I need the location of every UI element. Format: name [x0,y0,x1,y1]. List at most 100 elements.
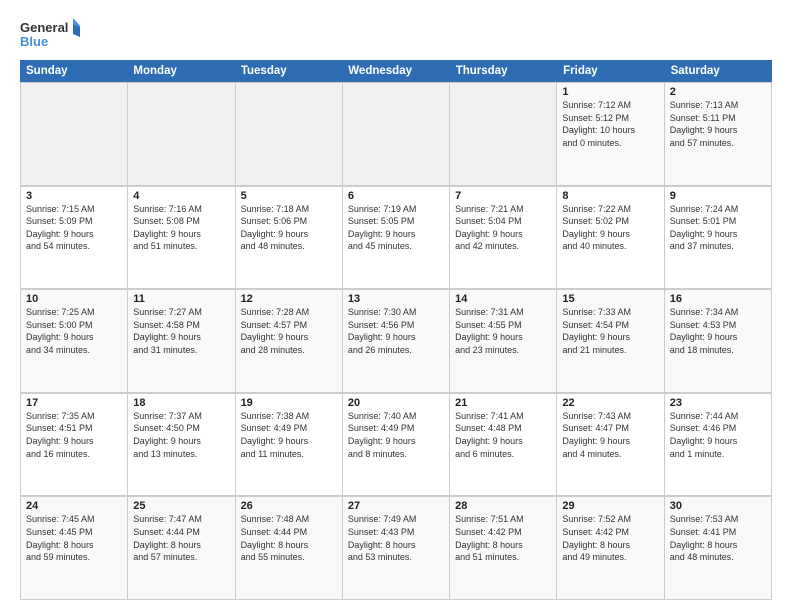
empty-cell [343,83,450,186]
day-cell-17: 17Sunrise: 7:35 AMSunset: 4:51 PMDayligh… [21,394,128,497]
calendar-body: 1Sunrise: 7:12 AMSunset: 5:12 PMDaylight… [20,82,772,600]
logo-svg: General Blue [20,16,80,52]
day-cell-29: 29Sunrise: 7:52 AMSunset: 4:42 PMDayligh… [557,497,664,600]
day-number-10: 10 [26,293,122,305]
day-number-14: 14 [455,293,551,305]
empty-cell [128,83,235,186]
day-number-20: 20 [348,397,444,409]
day-info-1: Sunrise: 7:12 AMSunset: 5:12 PMDaylight:… [562,99,658,149]
day-cell-30: 30Sunrise: 7:53 AMSunset: 4:41 PMDayligh… [665,497,772,600]
day-number-5: 5 [241,190,337,202]
day-cell-22: 22Sunrise: 7:43 AMSunset: 4:47 PMDayligh… [557,394,664,497]
header-day-thursday: Thursday [450,60,557,82]
day-info-26: Sunrise: 7:48 AMSunset: 4:44 PMDaylight:… [241,513,337,563]
logo: General Blue [20,16,80,52]
day-info-28: Sunrise: 7:51 AMSunset: 4:42 PMDaylight:… [455,513,551,563]
day-number-24: 24 [26,500,122,512]
day-cell-4: 4Sunrise: 7:16 AMSunset: 5:08 PMDaylight… [128,187,235,290]
day-info-20: Sunrise: 7:40 AMSunset: 4:49 PMDaylight:… [348,410,444,460]
header: General Blue [20,16,772,52]
calendar-row-5: 24Sunrise: 7:45 AMSunset: 4:45 PMDayligh… [20,496,772,600]
day-info-12: Sunrise: 7:28 AMSunset: 4:57 PMDaylight:… [241,306,337,356]
day-number-12: 12 [241,293,337,305]
day-cell-11: 11Sunrise: 7:27 AMSunset: 4:58 PMDayligh… [128,290,235,393]
day-number-22: 22 [562,397,658,409]
day-cell-14: 14Sunrise: 7:31 AMSunset: 4:55 PMDayligh… [450,290,557,393]
day-info-10: Sunrise: 7:25 AMSunset: 5:00 PMDaylight:… [26,306,122,356]
day-number-19: 19 [241,397,337,409]
day-cell-5: 5Sunrise: 7:18 AMSunset: 5:06 PMDaylight… [236,187,343,290]
day-cell-21: 21Sunrise: 7:41 AMSunset: 4:48 PMDayligh… [450,394,557,497]
day-info-8: Sunrise: 7:22 AMSunset: 5:02 PMDaylight:… [562,203,658,253]
svg-text:General: General [20,20,68,35]
header-day-sunday: Sunday [20,60,127,82]
day-info-11: Sunrise: 7:27 AMSunset: 4:58 PMDaylight:… [133,306,229,356]
calendar-row-3: 10Sunrise: 7:25 AMSunset: 5:00 PMDayligh… [20,289,772,393]
day-info-21: Sunrise: 7:41 AMSunset: 4:48 PMDaylight:… [455,410,551,460]
day-info-18: Sunrise: 7:37 AMSunset: 4:50 PMDaylight:… [133,410,229,460]
day-info-6: Sunrise: 7:19 AMSunset: 5:05 PMDaylight:… [348,203,444,253]
day-info-24: Sunrise: 7:45 AMSunset: 4:45 PMDaylight:… [26,513,122,563]
calendar: SundayMondayTuesdayWednesdayThursdayFrid… [20,60,772,600]
day-cell-16: 16Sunrise: 7:34 AMSunset: 4:53 PMDayligh… [665,290,772,393]
svg-text:Blue: Blue [20,34,48,49]
day-cell-1: 1Sunrise: 7:12 AMSunset: 5:12 PMDaylight… [557,83,664,186]
day-info-2: Sunrise: 7:13 AMSunset: 5:11 PMDaylight:… [670,99,766,149]
calendar-row-1: 1Sunrise: 7:12 AMSunset: 5:12 PMDaylight… [20,82,772,186]
day-number-16: 16 [670,293,766,305]
day-info-29: Sunrise: 7:52 AMSunset: 4:42 PMDaylight:… [562,513,658,563]
day-cell-18: 18Sunrise: 7:37 AMSunset: 4:50 PMDayligh… [128,394,235,497]
day-number-1: 1 [562,86,658,98]
day-number-3: 3 [26,190,122,202]
day-cell-23: 23Sunrise: 7:44 AMSunset: 4:46 PMDayligh… [665,394,772,497]
day-number-26: 26 [241,500,337,512]
day-number-21: 21 [455,397,551,409]
day-info-4: Sunrise: 7:16 AMSunset: 5:08 PMDaylight:… [133,203,229,253]
day-number-8: 8 [562,190,658,202]
day-cell-20: 20Sunrise: 7:40 AMSunset: 4:49 PMDayligh… [343,394,450,497]
day-cell-2: 2Sunrise: 7:13 AMSunset: 5:11 PMDaylight… [665,83,772,186]
day-number-25: 25 [133,500,229,512]
calendar-row-4: 17Sunrise: 7:35 AMSunset: 4:51 PMDayligh… [20,393,772,497]
calendar-header: SundayMondayTuesdayWednesdayThursdayFrid… [20,60,772,82]
day-number-6: 6 [348,190,444,202]
day-cell-7: 7Sunrise: 7:21 AMSunset: 5:04 PMDaylight… [450,187,557,290]
day-number-15: 15 [562,293,658,305]
day-info-27: Sunrise: 7:49 AMSunset: 4:43 PMDaylight:… [348,513,444,563]
page: General Blue SundayMondayTuesdayWednesda… [0,0,792,612]
empty-cell [21,83,128,186]
day-cell-6: 6Sunrise: 7:19 AMSunset: 5:05 PMDaylight… [343,187,450,290]
empty-cell [236,83,343,186]
day-info-15: Sunrise: 7:33 AMSunset: 4:54 PMDaylight:… [562,306,658,356]
day-info-23: Sunrise: 7:44 AMSunset: 4:46 PMDaylight:… [670,410,766,460]
day-cell-13: 13Sunrise: 7:30 AMSunset: 4:56 PMDayligh… [343,290,450,393]
day-cell-15: 15Sunrise: 7:33 AMSunset: 4:54 PMDayligh… [557,290,664,393]
day-number-4: 4 [133,190,229,202]
header-day-wednesday: Wednesday [342,60,449,82]
day-cell-26: 26Sunrise: 7:48 AMSunset: 4:44 PMDayligh… [236,497,343,600]
header-day-monday: Monday [127,60,234,82]
day-number-30: 30 [670,500,766,512]
day-number-2: 2 [670,86,766,98]
day-cell-28: 28Sunrise: 7:51 AMSunset: 4:42 PMDayligh… [450,497,557,600]
day-info-30: Sunrise: 7:53 AMSunset: 4:41 PMDaylight:… [670,513,766,563]
day-info-7: Sunrise: 7:21 AMSunset: 5:04 PMDaylight:… [455,203,551,253]
day-info-13: Sunrise: 7:30 AMSunset: 4:56 PMDaylight:… [348,306,444,356]
day-info-22: Sunrise: 7:43 AMSunset: 4:47 PMDaylight:… [562,410,658,460]
day-number-9: 9 [670,190,766,202]
header-day-saturday: Saturday [665,60,772,82]
day-info-17: Sunrise: 7:35 AMSunset: 4:51 PMDaylight:… [26,410,122,460]
day-info-9: Sunrise: 7:24 AMSunset: 5:01 PMDaylight:… [670,203,766,253]
day-cell-19: 19Sunrise: 7:38 AMSunset: 4:49 PMDayligh… [236,394,343,497]
day-cell-27: 27Sunrise: 7:49 AMSunset: 4:43 PMDayligh… [343,497,450,600]
day-cell-8: 8Sunrise: 7:22 AMSunset: 5:02 PMDaylight… [557,187,664,290]
calendar-row-2: 3Sunrise: 7:15 AMSunset: 5:09 PMDaylight… [20,186,772,290]
day-number-17: 17 [26,397,122,409]
day-cell-24: 24Sunrise: 7:45 AMSunset: 4:45 PMDayligh… [21,497,128,600]
day-info-16: Sunrise: 7:34 AMSunset: 4:53 PMDaylight:… [670,306,766,356]
day-cell-9: 9Sunrise: 7:24 AMSunset: 5:01 PMDaylight… [665,187,772,290]
day-number-7: 7 [455,190,551,202]
day-number-27: 27 [348,500,444,512]
day-number-11: 11 [133,293,229,305]
day-cell-12: 12Sunrise: 7:28 AMSunset: 4:57 PMDayligh… [236,290,343,393]
